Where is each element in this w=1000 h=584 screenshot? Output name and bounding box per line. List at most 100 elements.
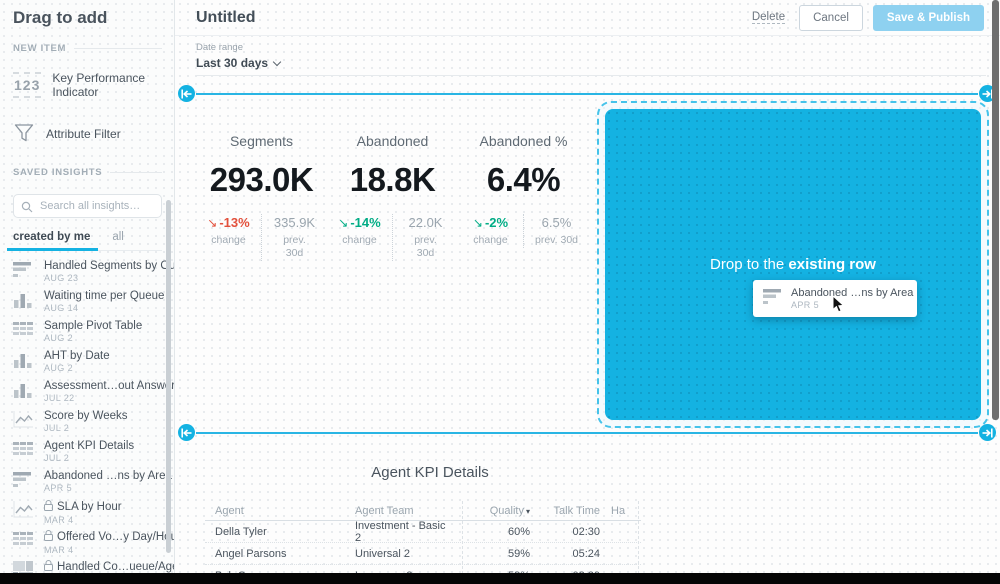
column-header-agent[interactable]: Agent [205, 505, 355, 517]
lock-icon [44, 560, 53, 574]
list-item[interactable]: Agent KPI Details JUL 2 [13, 436, 174, 466]
kpi-prev-label: prev. 30d [408, 234, 444, 260]
table-row: Della Tyler Investment - Basic 2 60% 02:… [205, 521, 641, 543]
page-scrollbar[interactable] [992, 0, 999, 420]
kpi-widget-abandoned-pct[interactable]: Abandoned % 6.4% ↘-2% change 6.5% prev. … [458, 108, 589, 261]
insight-title: Assessment…out Answer [44, 380, 174, 392]
extend-row-left-icon[interactable] [178, 424, 195, 441]
cell-quality: 60% [452, 526, 535, 538]
search-icon [21, 200, 33, 218]
cell-quality: 59% [452, 548, 535, 560]
kpi-prev-label: prev. 30d [526, 234, 587, 247]
column-header-agent-team[interactable]: Agent Team [355, 505, 452, 517]
insight-date: AUG 2 [44, 333, 142, 343]
table-column-divider [462, 501, 463, 584]
insight-date: JUL 22 [44, 393, 174, 403]
column-chart-icon [13, 290, 35, 316]
kpi-change: -14% [350, 215, 380, 230]
list-item[interactable]: Sample Pivot Table AUG 2 [13, 316, 174, 346]
insight-title: Handled Co…ueue/Agen [57, 561, 174, 573]
date-range-filter[interactable]: Date range Last 30 days [196, 42, 280, 70]
search-input[interactable] [13, 194, 162, 218]
row-divider [196, 93, 978, 95]
insight-title: Score by Weeks [44, 410, 128, 422]
kpi-widget-abandoned[interactable]: Abandoned 18.8K ↘-14% change 22.0K prev.… [327, 108, 458, 261]
sort-desc-icon: ▾ [526, 507, 530, 516]
filter-label: Date range [196, 42, 280, 53]
tab-created-by-me[interactable]: created by me [13, 231, 90, 243]
insight-date: MAR 4 [44, 515, 122, 525]
kpi-prev-value: 6.5% [526, 215, 587, 230]
divider [110, 172, 162, 173]
insight-tabs: created by me all [13, 231, 162, 251]
list-item[interactable]: SLA by Hour MAR 4 [13, 496, 174, 526]
new-item-kpi[interactable]: 123 Key Performance Indicator [13, 67, 162, 103]
cell-team: Investment - Basic 2 [355, 520, 452, 544]
column-chart-icon [13, 350, 35, 376]
insight-date: APR 5 [791, 300, 913, 310]
kpi-prev-value: 335.9K [264, 215, 325, 230]
cell-team: Universal 2 [355, 548, 452, 560]
bar-chart-icon [763, 288, 783, 310]
insight-title: SLA by Hour [57, 501, 122, 513]
table-column-divider [638, 501, 639, 584]
list-item[interactable]: Handled Segments by Outco AUG 23 [13, 256, 174, 286]
list-item[interactable]: Offered Vo…y Day/Hour MAR 4 [13, 526, 174, 556]
filter-value: Last 30 days [196, 56, 268, 70]
list-item[interactable]: Waiting time per Queue AUG 14 [13, 286, 174, 316]
dashboard-title[interactable]: Untitled [196, 9, 752, 27]
list-item[interactable]: Assessment…out Answer JUL 22 [13, 376, 174, 406]
kpi-value: 293.0K [196, 161, 327, 199]
insight-date: JUL 2 [44, 453, 134, 463]
extend-row-left-icon[interactable] [178, 85, 195, 102]
insight-title: AHT by Date [44, 350, 110, 362]
kpi-change-label: change [329, 234, 390, 247]
drop-zone[interactable]: Drop to the existing row Abandoned …ns b… [597, 101, 989, 428]
kpi-widget-segments[interactable]: Segments 293.0K ↘-13% change 335.9K prev… [196, 108, 327, 261]
kpi-title: Segments [230, 132, 293, 150]
trend-down-icon: ↘ [473, 216, 483, 230]
insight-title: Abandoned …ns by Area [44, 470, 172, 482]
insight-date: AUG 23 [44, 273, 174, 283]
divider [74, 48, 162, 49]
kpi-value: 18.8K [327, 161, 458, 199]
kpi-change-label: change [198, 234, 259, 247]
cell-talk-time: 05:24 [535, 548, 602, 560]
table-row: Angel Parsons Universal 2 59% 05:24 [205, 543, 641, 565]
column-header-handle[interactable]: Ha [602, 505, 631, 517]
drop-zone-highlight: Drop to the existing row Abandoned …ns b… [605, 109, 981, 420]
list-item[interactable]: Score by Weeks JUL 2 [13, 406, 174, 436]
delete-button[interactable]: Delete [752, 11, 785, 24]
bar-chart-icon [13, 260, 35, 286]
kpi-change-label: change [460, 234, 521, 247]
column-header-quality[interactable]: Quality▾ [452, 505, 535, 517]
drop-message: Drop to the existing row [605, 256, 981, 273]
insight-date: JUL 2 [44, 423, 128, 433]
cell-agent: Angel Parsons [205, 548, 355, 560]
divider [196, 75, 986, 76]
kpi-change: -2% [485, 215, 508, 230]
section-label: NEW ITEM [13, 43, 66, 54]
kpi-123-icon: 123 [13, 72, 41, 98]
tab-all[interactable]: all [112, 231, 124, 243]
cancel-button[interactable]: Cancel [799, 5, 863, 31]
funnel-icon [13, 122, 35, 147]
sidebar-scrollbar[interactable] [166, 200, 171, 553]
column-header-talk-time[interactable]: Talk Time [535, 505, 602, 517]
new-item-attribute-filter[interactable]: Attribute Filter [13, 116, 162, 152]
insight-title: Offered Vo…y Day/Hour [57, 531, 174, 543]
insight-date: AUG 2 [44, 363, 110, 373]
kpi-title: Abandoned % [480, 132, 568, 150]
list-item[interactable]: AHT by Date AUG 2 [13, 346, 174, 376]
insight-title: Waiting time per Queue [44, 290, 164, 302]
line-chart-icon [13, 410, 35, 436]
new-item-label: Key Performance Indicator [52, 71, 162, 99]
cell-agent: Della Tyler [205, 526, 355, 538]
insight-title: Agent KPI Details [44, 440, 134, 452]
column-chart-icon [13, 380, 35, 406]
save-publish-button[interactable]: Save & Publish [873, 5, 984, 31]
lock-icon [44, 530, 53, 544]
agent-kpi-table: Agent Agent Team Quality▾ Talk Time Ha D… [205, 501, 641, 584]
list-item[interactable]: Abandoned …ns by Area APR 5 [13, 466, 174, 496]
extend-row-right-icon[interactable] [979, 424, 996, 441]
